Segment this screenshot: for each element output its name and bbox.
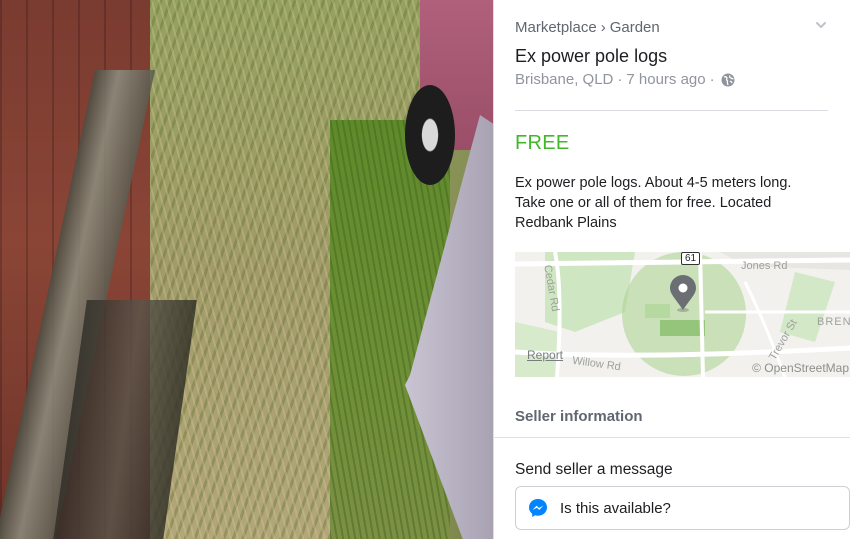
photo-wheel <box>405 85 455 185</box>
chevron-down-icon[interactable] <box>814 18 828 32</box>
listing-title: Ex power pole logs <box>515 46 668 66</box>
divider <box>515 110 828 111</box>
listing-posted-time: 7 hours ago <box>626 71 706 88</box>
listing-details-panel: Marketplace › Garden Ex power pole logs Br… <box>493 0 850 539</box>
meta-separator: · <box>709 71 715 88</box>
map-area-label: BRENT <box>817 316 850 328</box>
message-input-box[interactable] <box>515 486 850 530</box>
breadcrumb-separator: › <box>600 19 606 36</box>
listing-photo[interactable] <box>0 0 493 539</box>
map-report-link[interactable]: Report <box>527 348 563 362</box>
location-map[interactable]: 61 Cedar Rd Jones Rd Willow Rd Trevor St… <box>515 252 850 377</box>
map-attribution[interactable]: © OpenStreetMap <box>752 361 849 375</box>
meta-separator: · <box>617 71 623 88</box>
listing-location[interactable]: Brisbane, QLD <box>515 71 613 88</box>
breadcrumb-marketplace[interactable]: Marketplace <box>515 19 597 36</box>
message-section: Send seller a message <box>494 437 850 539</box>
listing-description: Ex power pole logs. About 4-5 meters lon… <box>515 175 792 231</box>
message-input[interactable] <box>560 499 830 517</box>
breadcrumb: Marketplace › Garden <box>515 19 660 36</box>
listing-meta: Brisbane, QLD · 7 hours ago · <box>515 71 735 88</box>
seller-information-header: Seller information <box>515 408 643 425</box>
map-road-badge: 61 <box>681 252 701 265</box>
breadcrumb-garden[interactable]: Garden <box>610 19 660 36</box>
messenger-icon <box>529 499 547 517</box>
send-message-label: Send seller a message <box>515 461 673 478</box>
map-canvas <box>515 252 850 377</box>
listing-price: FREE <box>515 132 570 154</box>
map-street-label: Jones Rd <box>741 260 788 272</box>
globe-icon <box>721 73 735 86</box>
